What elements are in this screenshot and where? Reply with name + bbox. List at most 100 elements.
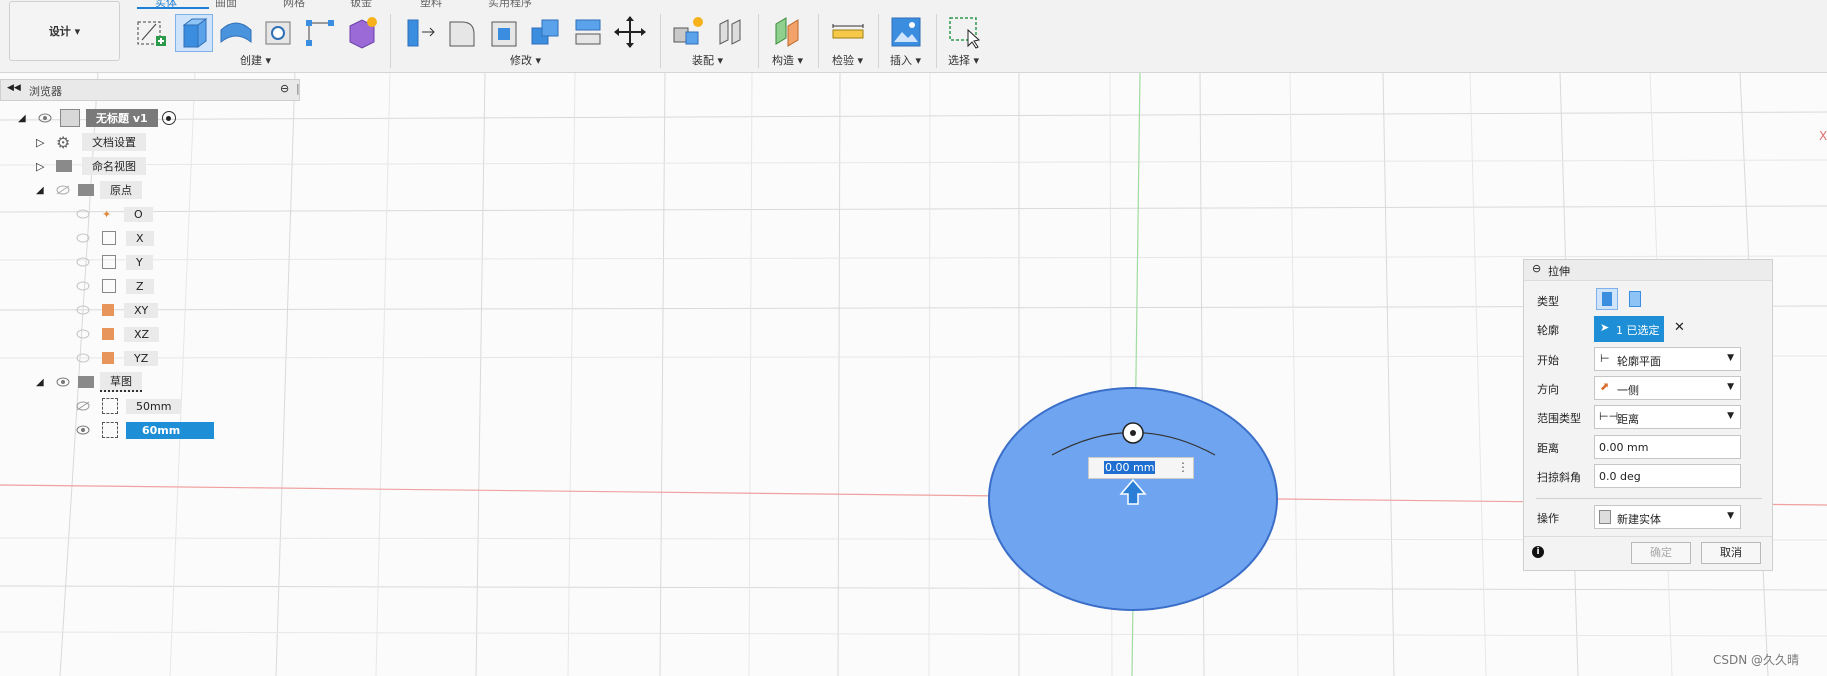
joint-icon[interactable]: [712, 14, 748, 50]
tree-label[interactable]: 原点: [100, 181, 142, 199]
group-inspect[interactable]: 检验 ▾: [832, 52, 863, 68]
clear-icon[interactable]: ✕: [1674, 320, 1685, 335]
collapse-browser-icon[interactable]: ◀◀: [7, 83, 21, 93]
shell-icon[interactable]: [486, 14, 522, 50]
new-sketch-icon[interactable]: [134, 14, 170, 50]
create-form-icon[interactable]: [344, 14, 380, 50]
root-label[interactable]: 无标题 v1: [86, 109, 158, 127]
direction-dropdown[interactable]: ⬈ 一侧 ▼: [1594, 376, 1741, 400]
eye-icon[interactable]: [38, 113, 52, 123]
group-insert[interactable]: 插入 ▾: [890, 52, 921, 68]
offset-plane-icon[interactable]: [770, 14, 806, 50]
tree-label-selected[interactable]: 60mm: [126, 421, 215, 439]
eye-icon[interactable]: [76, 425, 90, 435]
tree-item-y-axis[interactable]: Y: [76, 252, 153, 272]
expand-triangle-icon[interactable]: ▷: [36, 160, 56, 173]
canvas-distance-box[interactable]: 0.00 mm ⋮: [1088, 457, 1194, 479]
expand-triangle-icon[interactable]: ▷: [36, 136, 56, 149]
tree-label[interactable]: O: [124, 206, 153, 222]
info-icon[interactable]: i: [1532, 546, 1544, 558]
thin-type-icon[interactable]: [1624, 288, 1646, 310]
tree-item-yz-plane[interactable]: YZ: [76, 348, 159, 368]
eye-hidden-icon[interactable]: [56, 185, 70, 195]
tree-label[interactable]: Z: [126, 278, 154, 294]
tree-label[interactable]: Y: [126, 254, 153, 270]
collapse-triangle-icon[interactable]: ◢: [36, 185, 56, 196]
combine-icon[interactable]: [528, 14, 564, 50]
extent-dropdown[interactable]: ⊢⊣ 距离 ▼: [1594, 405, 1741, 429]
eye-hidden-icon[interactable]: [76, 329, 90, 339]
tab-utilities[interactable]: 实用程序: [488, 0, 532, 10]
eye-hidden-icon[interactable]: [76, 209, 90, 219]
tree-item-origin[interactable]: ◢ 原点: [36, 180, 142, 200]
extrude-icon[interactable]: [175, 14, 213, 52]
eye-hidden-icon[interactable]: [76, 401, 90, 411]
workspace-switcher[interactable]: 设计 ▾: [9, 1, 120, 61]
gear-icon: ⚙: [56, 132, 71, 152]
tree-label[interactable]: X: [126, 230, 154, 246]
tree-item-xy-plane[interactable]: XY: [76, 300, 159, 320]
eye-hidden-icon[interactable]: [76, 233, 90, 243]
distance-input[interactable]: 0.00 mm: [1594, 435, 1741, 459]
collapse-triangle-icon[interactable]: ◢: [18, 113, 38, 124]
dialog-header[interactable]: ⊖ 拉伸: [1524, 260, 1772, 281]
tab-sheet-metal[interactable]: 钣金: [350, 0, 372, 10]
eye-icon[interactable]: [56, 377, 70, 387]
pin-icon[interactable]: |: [296, 82, 300, 95]
eye-hidden-icon[interactable]: [76, 281, 90, 291]
cancel-button[interactable]: 取消: [1701, 542, 1761, 564]
pattern-icon[interactable]: [302, 14, 338, 50]
start-dropdown[interactable]: ⊢ 轮廓平面 ▼: [1594, 347, 1741, 371]
eye-hidden-icon[interactable]: [76, 305, 90, 315]
hole-icon[interactable]: [260, 14, 296, 50]
tree-item-named-views[interactable]: ▷ 命名视图: [36, 156, 146, 176]
tree-item-sketches[interactable]: ◢ 草图: [36, 372, 142, 392]
browser-root[interactable]: ◢ 无标题 v1: [18, 108, 176, 128]
tree-label[interactable]: XY: [124, 302, 159, 318]
group-create[interactable]: 创建 ▾: [240, 52, 271, 68]
fillet-icon[interactable]: [444, 14, 480, 50]
offset-face-icon[interactable]: [570, 14, 606, 50]
more-icon[interactable]: ⋮: [1177, 460, 1189, 474]
tree-item-origin-point[interactable]: ✦ O: [76, 204, 153, 224]
minimize-icon[interactable]: ⊖: [280, 82, 289, 95]
active-radio-icon[interactable]: [161, 111, 176, 125]
measure-icon[interactable]: [830, 14, 866, 50]
tree-item-doc-settings[interactable]: ▷ ⚙ 文档设置: [36, 132, 146, 152]
group-assemble[interactable]: 装配 ▾: [692, 52, 723, 68]
tab-plastic[interactable]: 塑料: [420, 0, 442, 10]
tree-label[interactable]: 草图: [100, 372, 142, 392]
tree-item-sketch-60mm[interactable]: 60mm: [76, 420, 215, 440]
browser-header[interactable]: ◀◀ 浏览器 ⊖ |: [0, 79, 300, 101]
tree-item-z-axis[interactable]: Z: [76, 276, 154, 296]
tree-item-x-axis[interactable]: X: [76, 228, 154, 248]
press-pull-icon[interactable]: [402, 14, 438, 50]
tree-label[interactable]: 50mm: [126, 398, 182, 414]
canvas-distance-value[interactable]: 0.00 mm: [1104, 461, 1156, 474]
tree-label[interactable]: XZ: [124, 326, 160, 342]
ok-button[interactable]: 确定: [1631, 542, 1691, 564]
tab-surface[interactable]: 曲面: [215, 0, 237, 10]
operation-dropdown[interactable]: 新建实体 ▼: [1594, 505, 1741, 529]
tree-item-xz-plane[interactable]: XZ: [76, 324, 160, 344]
collapse-triangle-icon[interactable]: ◢: [36, 377, 56, 388]
group-construct[interactable]: 构造 ▾: [772, 52, 803, 68]
tab-mesh[interactable]: 网格: [283, 0, 305, 10]
solid-type-icon[interactable]: [1596, 288, 1618, 310]
insert-image-icon[interactable]: [888, 14, 924, 50]
taper-angle-input[interactable]: 0.0 deg: [1594, 464, 1741, 488]
revolve-icon[interactable]: [218, 14, 254, 50]
eye-hidden-icon[interactable]: [76, 257, 90, 267]
eye-hidden-icon[interactable]: [76, 353, 90, 363]
new-component-icon[interactable]: [670, 14, 706, 50]
profile-select-button[interactable]: ➤ 1 已选定: [1594, 316, 1664, 342]
group-modify[interactable]: 修改 ▾: [510, 52, 541, 68]
collapse-icon[interactable]: ⊖: [1532, 262, 1541, 275]
group-select[interactable]: 选择 ▾: [948, 52, 979, 68]
tree-label[interactable]: YZ: [124, 350, 159, 366]
tree-label[interactable]: 文档设置: [82, 133, 146, 151]
move-icon[interactable]: [612, 14, 648, 50]
select-window-icon[interactable]: [946, 14, 982, 50]
tree-item-sketch-50mm[interactable]: 50mm: [76, 396, 182, 416]
tree-label[interactable]: 命名视图: [82, 157, 146, 175]
